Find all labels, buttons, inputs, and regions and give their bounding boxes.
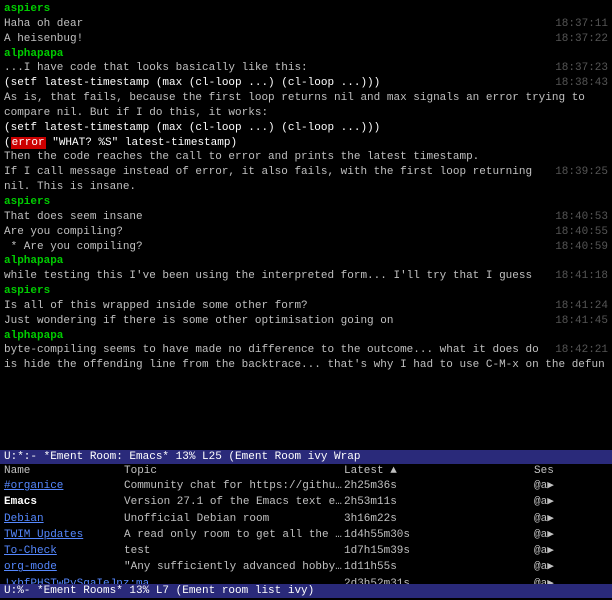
- timestamp: 18:37:11: [555, 17, 608, 32]
- timestamp: 18:41:45: [555, 314, 608, 329]
- chat-message-line: 18:39:25If I call message instead of err…: [4, 165, 608, 195]
- timestamp: 18:38:43: [555, 76, 608, 91]
- room-latest: 1d4h55m30s: [344, 528, 474, 542]
- room-name[interactable]: To-Check: [4, 544, 124, 558]
- chat-message-line: (error "WHAT? %S" latest-timestamp): [4, 136, 608, 151]
- user-line: alphapapa: [4, 329, 608, 344]
- chat-message-line: 18:41:18while testing this I've been usi…: [4, 269, 608, 284]
- status-bar-bottom: U:%- *Ement Rooms* 13% L7 (Ement room li…: [0, 584, 612, 598]
- room-empty: [474, 577, 534, 584]
- chat-message-line: Then the code reaches the call to error …: [4, 150, 608, 165]
- chat-message-line: 18:41:45Just wondering if there is some …: [4, 314, 608, 329]
- timestamp: 18:37:23: [555, 61, 608, 76]
- chat-message-line: 18:42:21byte-compiling seems to have mad…: [4, 343, 608, 373]
- room-sess: @a▶: [534, 577, 594, 584]
- room-topic: "Any sufficiently advanced hobby...: [124, 560, 344, 574]
- status-bar-top: U:*:- *Ement Room: Emacs* 13% L25 (Ement…: [0, 450, 612, 464]
- room-sess: @a▶: [534, 479, 594, 493]
- room-row[interactable]: To-Checktest1d7h15m39s @a▶: [0, 543, 612, 559]
- chat-message-line: 18:37:11Haha oh dear: [4, 17, 608, 32]
- room-topic: [124, 577, 344, 584]
- timestamp: 18:37:22: [555, 32, 608, 47]
- timestamp: 18:40:55: [555, 225, 608, 240]
- room-name[interactable]: org-mode: [4, 560, 124, 574]
- room-row[interactable]: DebianUnofficial Debian room3h16m22s @a▶: [0, 511, 612, 527]
- room-empty: [474, 560, 534, 574]
- room-sess: @a▶: [534, 528, 594, 542]
- room-sess: @a▶: [534, 544, 594, 558]
- room-sess: @a▶: [534, 560, 594, 574]
- room-row[interactable]: !xbfPHSTwPySgaIeJnz:ma... 2d3h52m31s @a▶: [0, 576, 612, 584]
- status-bar-bottom-text: U:%- *Ement Rooms* 13% L7 (Ement room li…: [4, 585, 314, 597]
- room-latest: 1d7h15m39s: [344, 544, 474, 558]
- timestamp: 18:40:53: [555, 210, 608, 225]
- room-row[interactable]: EmacsVersion 27.1 of the Emacs text e...…: [0, 494, 612, 510]
- room-empty: [474, 544, 534, 558]
- timestamp: 18:42:21: [555, 343, 608, 358]
- col-topic: Topic: [124, 465, 344, 477]
- user-line: alphapapa: [4, 47, 608, 62]
- room-name[interactable]: Emacs: [4, 495, 124, 509]
- col-latest: Latest: [344, 465, 474, 477]
- room-name[interactable]: #organice: [4, 479, 124, 493]
- room-name[interactable]: !xbfPHSTwPySgaIeJnz:ma...: [4, 577, 124, 584]
- chat-message-line: 18:40:53That does seem insane: [4, 210, 608, 225]
- room-list-area: Name Topic Latest Ses #organiceCommunity…: [0, 464, 612, 584]
- room-latest: 2h53m11s: [344, 495, 474, 509]
- user-line: alphapapa: [4, 254, 608, 269]
- timestamp: 18:40:59: [555, 240, 608, 255]
- room-topic: A read only room to get all the ...: [124, 528, 344, 542]
- room-list-header: Name Topic Latest Ses: [0, 464, 612, 478]
- room-row[interactable]: org-mode"Any sufficiently advanced hobby…: [0, 559, 612, 575]
- timestamp: 18:39:25: [555, 165, 608, 180]
- room-list-rows: #organiceCommunity chat for https://gith…: [0, 478, 612, 584]
- col-empty: [474, 465, 534, 477]
- room-empty: [474, 495, 534, 509]
- timestamp: 18:41:18: [555, 269, 608, 284]
- chat-message-line: 18:37:23...I have code that looks basica…: [4, 61, 608, 76]
- room-topic: Community chat for https://githu...: [124, 479, 344, 493]
- timestamp: 18:41:24: [555, 299, 608, 314]
- room-empty: [474, 528, 534, 542]
- chat-area: aspiers18:37:11Haha oh dear18:37:22A hei…: [0, 0, 612, 450]
- room-topic: test: [124, 544, 344, 558]
- room-latest: 2h25m36s: [344, 479, 474, 493]
- room-latest: 2d3h52m31s: [344, 577, 474, 584]
- room-sess: @a▶: [534, 495, 594, 509]
- chat-message-line: 18:38:43(setf latest-timestamp (max (cl-…: [4, 76, 608, 91]
- user-line: aspiers: [4, 2, 608, 17]
- status-bar-top-text: U:*:- *Ement Room: Emacs* 13% L25 (Ement…: [4, 451, 360, 463]
- room-name[interactable]: Debian: [4, 512, 124, 526]
- chat-message-line: As is, that fails, because the first loo…: [4, 91, 608, 121]
- user-line: aspiers: [4, 195, 608, 210]
- room-empty: [474, 479, 534, 493]
- error-keyword: error: [11, 137, 46, 149]
- room-topic: Version 27.1 of the Emacs text e...: [124, 495, 344, 509]
- room-empty: [474, 512, 534, 526]
- room-topic: Unofficial Debian room: [124, 512, 344, 526]
- chat-message-line: 18:40:59 * Are you compiling?: [4, 240, 608, 255]
- col-name: Name: [4, 465, 124, 477]
- col-ses: Ses: [534, 465, 594, 477]
- chat-message-line: 18:40:55Are you compiling?: [4, 225, 608, 240]
- room-name[interactable]: TWIM Updates: [4, 528, 124, 542]
- room-latest: 1d11h55s: [344, 560, 474, 574]
- room-latest: 3h16m22s: [344, 512, 474, 526]
- chat-message-line: 18:37:22A heisenbug!: [4, 32, 608, 47]
- user-line: aspiers: [4, 284, 608, 299]
- room-sess: @a▶: [534, 512, 594, 526]
- room-row[interactable]: TWIM UpdatesA read only room to get all …: [0, 527, 612, 543]
- chat-message-line: (setf latest-timestamp (max (cl-loop ...…: [4, 121, 608, 136]
- room-row[interactable]: #organiceCommunity chat for https://gith…: [0, 478, 612, 494]
- chat-message-line: 18:41:24Is all of this wrapped inside so…: [4, 299, 608, 314]
